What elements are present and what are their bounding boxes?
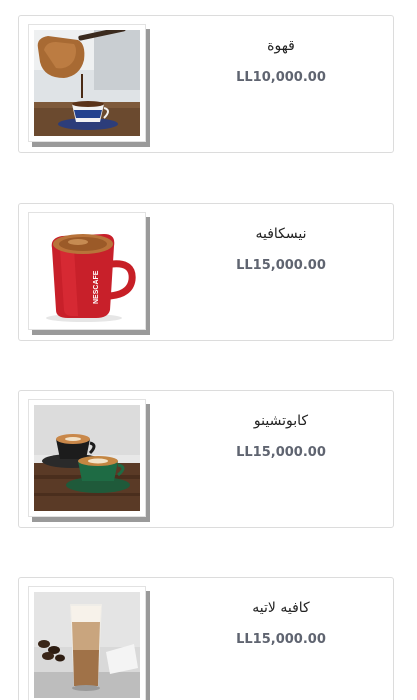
product-price: LL10,000.00 bbox=[236, 70, 326, 85]
product-info: كافيه لاتيه LL15,000.00 bbox=[169, 578, 393, 700]
product-card-qahwa[interactable]: قهوة LL10,000.00 bbox=[18, 15, 394, 153]
nescafe-mug-icon: NESCAFE bbox=[34, 218, 140, 324]
cappuccino-cups-icon bbox=[34, 405, 140, 511]
turkish-coffee-pot-icon bbox=[34, 30, 140, 136]
nescafe-label-text: NESCAFE bbox=[93, 270, 100, 304]
product-thumbnail[interactable]: NESCAFE bbox=[28, 212, 146, 330]
product-price: LL15,000.00 bbox=[236, 445, 326, 460]
latte-glass-icon bbox=[34, 592, 140, 698]
product-name: كافيه لاتيه bbox=[252, 600, 310, 616]
product-thumbnail[interactable] bbox=[28, 399, 146, 517]
product-name: قهوة bbox=[267, 38, 295, 54]
product-card-cappuccino[interactable]: كابوتشينو LL15,000.00 bbox=[18, 390, 394, 528]
product-info: قهوة LL10,000.00 bbox=[169, 16, 393, 152]
product-thumbnail[interactable] bbox=[28, 586, 146, 700]
product-price: LL15,000.00 bbox=[236, 258, 326, 273]
product-info: نيسكافيه LL15,000.00 bbox=[169, 204, 393, 340]
product-list: قهوة LL10,000.00 NESCAFE نيسكافيه LL15,0… bbox=[0, 0, 417, 700]
product-thumbnail[interactable] bbox=[28, 24, 146, 142]
product-card-latte[interactable]: كافيه لاتيه LL15,000.00 bbox=[18, 577, 394, 700]
product-price: LL15,000.00 bbox=[236, 632, 326, 647]
product-name: كابوتشينو bbox=[253, 413, 309, 429]
product-name: نيسكافيه bbox=[255, 226, 307, 242]
product-card-nescafe[interactable]: NESCAFE نيسكافيه LL15,000.00 bbox=[18, 203, 394, 341]
product-info: كابوتشينو LL15,000.00 bbox=[169, 391, 393, 527]
